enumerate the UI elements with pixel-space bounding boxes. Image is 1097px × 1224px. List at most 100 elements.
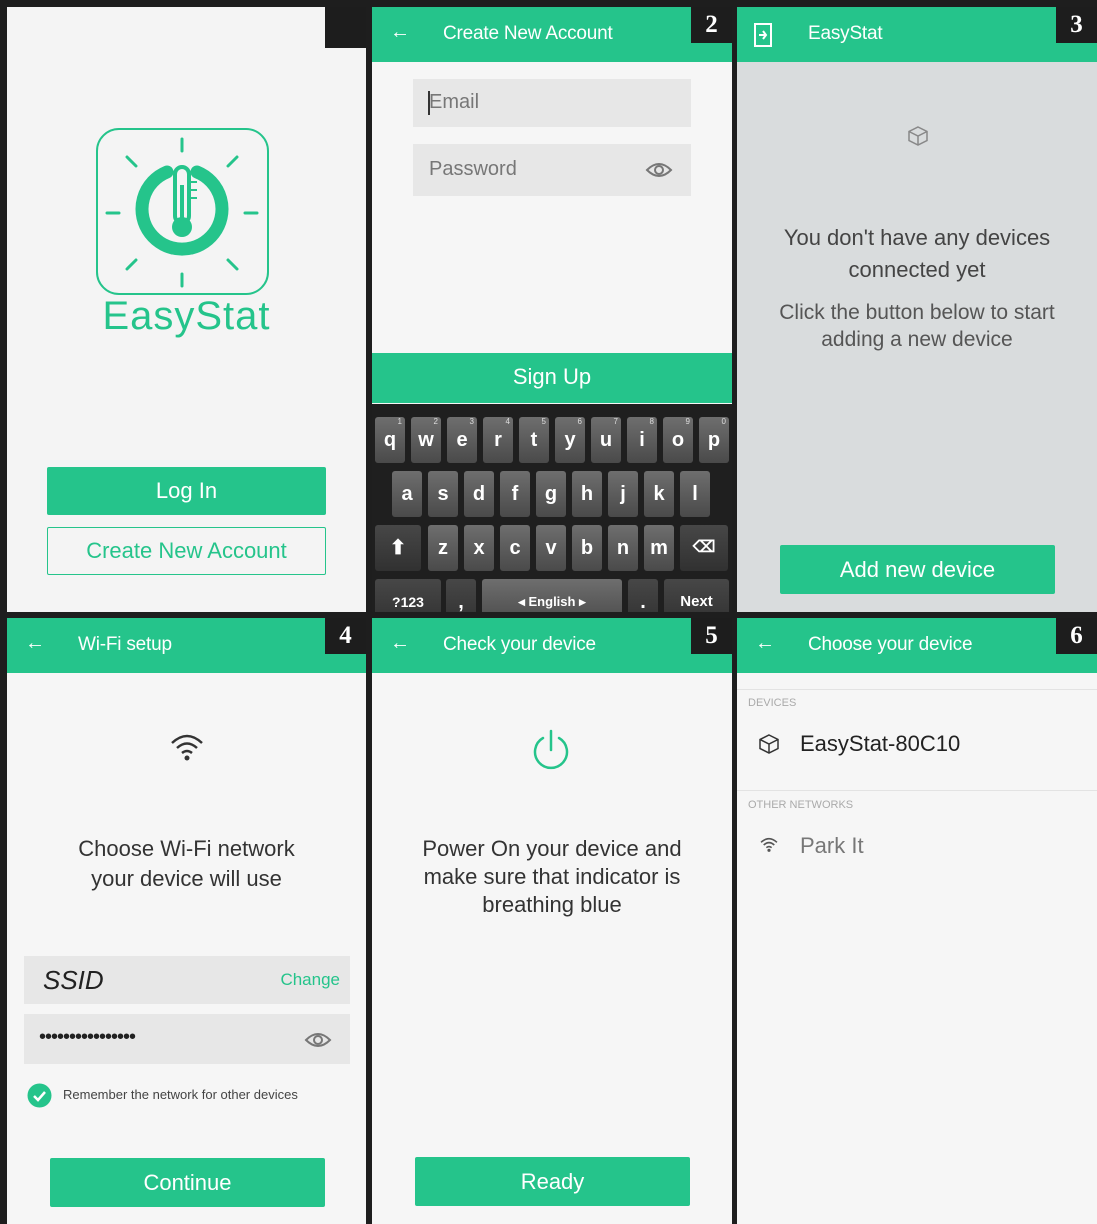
step-badge: 3 [1056, 7, 1097, 43]
key-d[interactable]: d [464, 471, 494, 517]
key-c[interactable]: c [500, 525, 530, 571]
key-t[interactable]: t5 [519, 417, 549, 463]
key-n[interactable]: n [608, 525, 638, 571]
email-placeholder: Email [429, 91, 480, 113]
key-v[interactable]: v [536, 525, 566, 571]
key-j[interactable]: j [608, 471, 638, 517]
back-arrow-icon[interactable]: ← [390, 21, 410, 44]
app-name: EasyStat [102, 294, 271, 338]
choose-device-screen: ← Choose your device 6 DEVICES EasyStat-… [737, 618, 1097, 1224]
key-k[interactable]: k [644, 471, 674, 517]
wifi-icon [760, 837, 778, 852]
devices-screen: EasyStat 3 You don't have any devices co… [737, 7, 1097, 612]
key-h[interactable]: h [572, 471, 602, 517]
key-y[interactable]: y6 [555, 417, 585, 463]
cube-icon [908, 126, 928, 146]
key-i[interactable]: i8 [627, 417, 657, 463]
key-g[interactable]: g [536, 471, 566, 517]
hint-line-2: adding a new device [821, 328, 1013, 351]
eye-icon[interactable] [645, 160, 673, 180]
symbols-key[interactable]: ?123 [375, 579, 441, 612]
email-field[interactable]: Email [413, 79, 691, 127]
next-key[interactable]: Next [664, 579, 729, 612]
remember-label: Remember the network for other devices [63, 1087, 298, 1102]
key-m[interactable]: m [644, 525, 674, 571]
key-x[interactable]: x [464, 525, 494, 571]
create-account-button[interactable]: Create New Account [47, 527, 326, 575]
comma-key[interactable]: , [446, 579, 476, 612]
instruction-line-3: breathing blue [482, 892, 622, 917]
screen-title: EasyStat [808, 23, 883, 44]
screen-title: Choose your device [808, 634, 973, 655]
step-badge: 6 [1056, 618, 1097, 654]
key-s[interactable]: s [428, 471, 458, 517]
badge-blank [325, 7, 366, 48]
ready-button[interactable]: Ready [415, 1157, 690, 1206]
back-arrow-icon[interactable]: ← [755, 632, 775, 655]
key-b[interactable]: b [572, 525, 602, 571]
app-bar: ← Wi-Fi setup [7, 618, 366, 673]
network-name: Park It [800, 833, 864, 858]
logout-icon[interactable] [753, 22, 775, 48]
key-z[interactable]: z [428, 525, 458, 571]
other-networks-header: OTHER NETWORKS [748, 799, 854, 811]
step-badge: 2 [691, 7, 732, 43]
back-arrow-icon[interactable]: ← [390, 632, 410, 655]
app-bar: ← Create New Account [372, 7, 732, 62]
wifi-setup-screen: ← Wi-Fi setup 4 Choose Wi-Fi network you… [7, 618, 366, 1224]
empty-line-2: connected yet [848, 257, 986, 282]
app-bar: ← Choose your device [737, 618, 1097, 673]
app-bar: EasyStat [737, 7, 1097, 62]
divider [737, 790, 1097, 791]
devices-section-header: DEVICES [748, 697, 797, 709]
change-link[interactable]: Change [280, 970, 340, 990]
password-field[interactable]: Password [413, 144, 691, 196]
add-device-button[interactable]: Add new device [780, 545, 1055, 594]
eye-icon[interactable] [304, 1030, 332, 1050]
easystat-logo-icon [96, 128, 269, 295]
key-e[interactable]: e3 [447, 417, 477, 463]
password-mask: •••••••••••••••• [39, 1026, 136, 1048]
key-p[interactable]: p0 [699, 417, 729, 463]
app-bar: ← Check your device [372, 618, 732, 673]
password-placeholder: Password [429, 158, 517, 180]
key-o[interactable]: o9 [663, 417, 693, 463]
network-row[interactable]: Park It [737, 824, 1097, 868]
wifi-password-field[interactable]: •••••••••••••••• [24, 1014, 350, 1064]
screen-title: Check your device [443, 634, 596, 655]
prompt-line-1: Choose Wi-Fi network [78, 836, 295, 861]
welcome-screen: EasyStat Log In Create New Account [7, 7, 366, 612]
check-device-screen: ← Check your device 5 Power On your devi… [372, 618, 732, 1224]
key-q[interactable]: q1 [375, 417, 405, 463]
key-u[interactable]: u7 [591, 417, 621, 463]
period-key[interactable]: . [628, 579, 658, 612]
instruction-line-1: Power On your device and [422, 836, 682, 861]
ssid-field[interactable]: SSID Change [24, 956, 350, 1004]
back-arrow-icon[interactable]: ← [25, 632, 45, 655]
create-account-screen: ← Create New Account 2 Email Password Si… [372, 7, 732, 612]
sign-up-button[interactable]: Sign Up [372, 353, 732, 403]
key-r[interactable]: r4 [483, 417, 513, 463]
prompt-line-2: your device will use [91, 866, 282, 891]
device-name: EasyStat-80C10 [800, 731, 961, 756]
shift-icon[interactable]: ⬆ [375, 525, 421, 571]
step-badge: 5 [691, 618, 732, 654]
checkbox-checked-icon[interactable] [27, 1083, 52, 1108]
wifi-icon [171, 734, 203, 761]
key-w[interactable]: w2 [411, 417, 441, 463]
device-row[interactable]: EasyStat-80C10 [737, 722, 1097, 766]
key-f[interactable]: f [500, 471, 530, 517]
key-a[interactable]: a [392, 471, 422, 517]
empty-line-1: You don't have any devices [783, 225, 1051, 250]
cube-icon [759, 734, 779, 754]
step-badge: 4 [325, 618, 366, 654]
screen-title: Create New Account [443, 23, 613, 44]
hint-line-1: Click the button below to start [779, 301, 1055, 324]
soft-keyboard: q 1 w 2 e 3 r 4 t 5 y 6 u 7 i 8 o 9 p 0 a s d f g h j k l ⬆ z x c v b n m ⌫ ?1… [372, 404, 732, 612]
continue-button[interactable]: Continue [50, 1158, 325, 1207]
space-bar[interactable]: ◂ English ▸ [482, 579, 622, 612]
backspace-icon[interactable]: ⌫ [680, 525, 728, 571]
key-l[interactable]: l [680, 471, 710, 517]
login-button[interactable]: Log In [47, 467, 326, 515]
screen-title: Wi-Fi setup [78, 634, 172, 655]
